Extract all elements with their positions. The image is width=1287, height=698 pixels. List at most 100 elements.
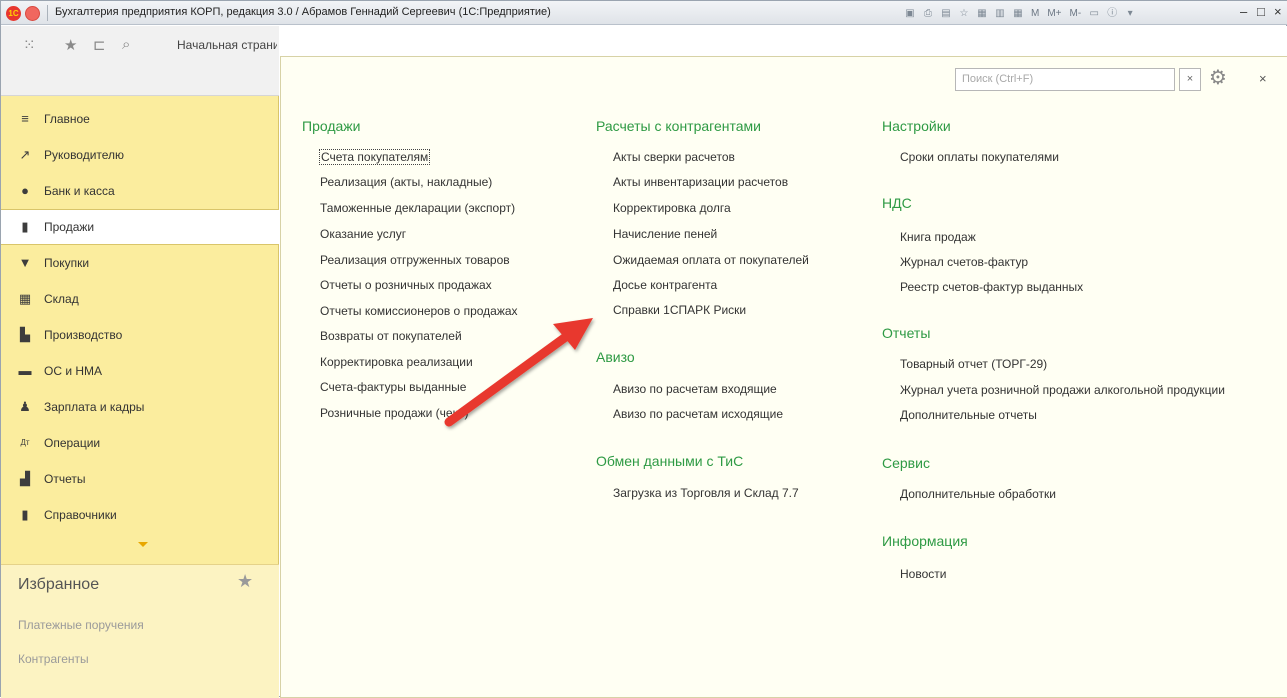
group-title-aviso: Авизо (596, 349, 635, 365)
save-icon[interactable]: ▣ (903, 7, 917, 21)
sidebar-item-catalogs[interactable]: ▮ Справочники (1, 497, 279, 533)
search-icon[interactable]: ⌕ (122, 36, 130, 53)
menu-item[interactable]: Журнал учета розничной продажи алкогольн… (900, 383, 1225, 397)
menu-item[interactable]: Дополнительные отчеты (900, 408, 1037, 422)
sidebar-item-label: Продажи (44, 220, 95, 234)
menu-item[interactable]: Журнал счетов-фактур (900, 255, 1028, 269)
menu-item[interactable]: Реестр счетов-фактур выданных (900, 280, 1083, 294)
all-functions-grid-icon[interactable]: ⁙ (23, 36, 36, 54)
menu-item[interactable]: Досье контрагента (613, 278, 717, 292)
menu-item[interactable]: Акты сверки расчетов (613, 150, 735, 164)
memory-mminus-button[interactable]: M- (1068, 7, 1084, 21)
memory-mplus-button[interactable]: M+ (1045, 7, 1063, 21)
history-icon[interactable]: ⊏ (93, 36, 106, 54)
menu-item[interactable]: Авизо по расчетам входящие (613, 382, 777, 396)
group-title-sales: Продажи (302, 118, 361, 134)
sidebar-item-label: Главное (44, 112, 90, 126)
sidebar-item-production[interactable]: ▙ Производство (1, 317, 279, 353)
group-title-settings: Настройки (882, 118, 951, 134)
favorite-link-contractors[interactable]: Контрагенты (18, 652, 89, 666)
menu-item[interactable]: Возвраты от покупателей (320, 329, 462, 343)
window-title: Бухгалтерия предприятия КОРП, редакция 3… (55, 6, 551, 18)
print-icon[interactable]: ⎙ (921, 7, 935, 21)
search-input[interactable]: Поиск (Ctrl+F) (955, 68, 1175, 91)
menu-item[interactable]: Реализация отгруженных товаров (320, 253, 510, 267)
memory-m-button[interactable]: M (1029, 7, 1041, 21)
menu-item[interactable]: Новости (900, 567, 946, 581)
group-title-service: Сервис (882, 455, 930, 471)
favorites-star-icon[interactable]: ★ (64, 36, 77, 54)
menu-item[interactable]: Авизо по расчетам исходящие (613, 407, 783, 421)
sidebar-item-label: Покупки (44, 256, 90, 270)
trend-chart-icon: ↗ (19, 147, 31, 162)
sidebar-item-label: ОС и НМА (44, 364, 103, 378)
favorite-link-payment-orders[interactable]: Платежные поручения (18, 618, 144, 632)
sidebar-item-label: Операции (44, 436, 101, 450)
menu-item[interactable]: Счета покупателям (319, 149, 431, 165)
menu-item[interactable]: Оказание услуг (320, 227, 406, 241)
menu-item[interactable]: Корректировка долга (613, 201, 731, 215)
sidebar-item-label: Производство (44, 328, 123, 342)
sidebar-item-warehouse[interactable]: ▦ Склад (1, 281, 279, 317)
bank-coin-icon: ● (21, 183, 29, 198)
calculator-icon[interactable]: ▦ (1011, 7, 1025, 21)
menu-item[interactable]: Отчеты о розничных продажах (320, 278, 492, 292)
sidebar-item-main[interactable]: ≡ Главное (1, 101, 279, 137)
title-separator (47, 5, 48, 21)
favorites-star-icon[interactable]: ★ (237, 571, 253, 592)
title-toolbar: ▣ ⎙ ▤ ☆ ▦ ▥ ▦ M M+ M- ▭ ⓘ ▾ (903, 5, 1137, 22)
sidebar-item-manager[interactable]: ↗ Руководителю (1, 137, 279, 173)
group-title-settlements: Расчеты с контрагентами (596, 118, 761, 134)
menu-item[interactable]: Справки 1СПАРК Риски (613, 303, 746, 317)
info-icon[interactable]: ⓘ (1105, 7, 1119, 21)
close-window-icon[interactable]: × (1274, 4, 1282, 19)
menu-item[interactable]: Акты инвентаризации расчетов (613, 175, 788, 189)
sidebar-item-label: Склад (44, 292, 79, 306)
sidebar-item-fixed-assets[interactable]: ▬ ОС и НМА (1, 353, 279, 389)
sidebar-item-bank[interactable]: ● Банк и касса (1, 173, 279, 209)
menu-item[interactable]: Розничные продажи (чеки) (320, 406, 469, 420)
sidebar-item-operations[interactable]: Дт Операции (1, 425, 279, 461)
sidebar-item-purchases[interactable]: ▼ Покупки (1, 245, 279, 281)
link-icon[interactable]: ▦ (975, 7, 989, 21)
menu-item[interactable]: Реализация (акты, накладные) (320, 175, 492, 189)
calendar-icon[interactable]: ▥ (993, 7, 1007, 21)
sidebar-item-label: Руководителю (44, 148, 125, 162)
menu-item[interactable]: Ожидаемая оплата от покупателей (613, 253, 809, 267)
menu-item[interactable]: Сроки оплаты покупателями (900, 150, 1059, 164)
window-layout-icon[interactable]: ▭ (1087, 7, 1101, 21)
dropdown-arrow-icon[interactable]: ▾ (1123, 7, 1137, 21)
books-icon: ▮ (21, 507, 29, 522)
sidebar-item-reports[interactable]: ▟ Отчеты (1, 461, 279, 497)
menu-item[interactable]: Корректировка реализации (320, 355, 473, 369)
favorite-star-icon[interactable]: ☆ (957, 7, 971, 21)
menu-item[interactable]: Загрузка из Торговля и Склад 7.7 (613, 486, 799, 500)
maximize-icon[interactable]: □ (1257, 4, 1265, 19)
sidebar-item-sales[interactable]: ▮ Продажи (1, 209, 279, 245)
app-logo-icon[interactable]: 1С (6, 6, 21, 21)
menu-item[interactable]: Начисление пеней (613, 227, 717, 241)
menu-item[interactable]: Отчеты комиссионеров о продажах (320, 304, 518, 318)
tab-start-page[interactable]: Начальная страница (177, 38, 277, 52)
gear-icon[interactable]: ⚙ (1209, 65, 1227, 90)
menu-item[interactable]: Книга продаж (900, 230, 976, 244)
clear-search-button[interactable]: × (1179, 68, 1201, 91)
minimize-icon[interactable]: – (1240, 4, 1247, 19)
menu-item[interactable]: Счета-фактуры выданные (320, 380, 466, 394)
person-icon: ♟ (19, 399, 31, 414)
functions-panel (280, 56, 1287, 698)
favorites-title: Избранное (18, 576, 100, 593)
group-title-information: Информация (882, 533, 968, 549)
preview-icon[interactable]: ▤ (939, 7, 953, 21)
menu-item[interactable]: Товарный отчет (ТОРГ-29) (900, 357, 1047, 371)
menu-item[interactable]: Дополнительные обработки (900, 487, 1056, 501)
menu-item[interactable]: Таможенные декларации (экспорт) (320, 201, 515, 215)
truck-icon: ▬ (18, 363, 32, 378)
sidebar-item-salary[interactable]: ♟ Зарплата и кадры (1, 389, 279, 425)
shopping-bag-icon: ▮ (21, 219, 29, 234)
close-panel-button[interactable]: × (1259, 71, 1267, 86)
menu-lines-icon: ≡ (21, 111, 29, 126)
main-menu-icon[interactable] (25, 6, 40, 21)
sidebar-expand-arrow-icon[interactable] (138, 542, 148, 547)
title-bar: 1С Бухгалтерия предприятия КОРП, редакци… (1, 1, 1287, 25)
